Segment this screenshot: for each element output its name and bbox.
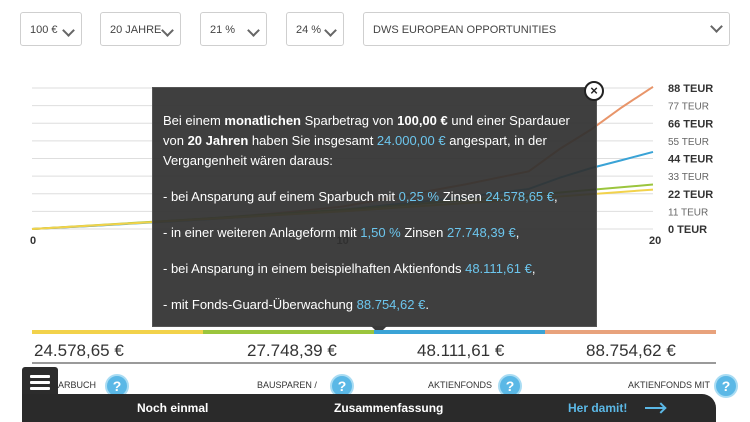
fondsguard-colorbar	[545, 330, 716, 334]
bausparen-colorbar	[203, 330, 374, 334]
aktienfonds-colorbar	[374, 330, 545, 334]
y-tick-label: 11 TEUR	[668, 207, 708, 218]
fondsguard-label: AKTIENFONDS MIT	[628, 380, 711, 390]
duration-select[interactable]: 20 JAHRE	[100, 12, 181, 46]
y-tick-label: 88 TEUR	[668, 83, 713, 95]
y-tick-label: 22 TEUR	[668, 189, 713, 201]
sparbuch-amount: 24.578,65 €	[34, 341, 124, 360]
chevron-down-icon	[324, 24, 337, 37]
amount-select-value: 100 €	[30, 24, 58, 36]
overlay-intro: Bei einem monatlichen Sparbetrag von 100…	[163, 113, 570, 168]
fondsguard-amount: 88.754,62 €	[586, 341, 676, 360]
sparbuch-colorbar	[32, 330, 203, 334]
hamburger-icon	[30, 387, 50, 390]
rate1-select[interactable]: 21 %	[200, 12, 267, 46]
aktienfonds-label: AKTIENFONDS	[428, 380, 493, 390]
info-overlay: Bei einem monatlichen Sparbetrag von 100…	[152, 87, 597, 327]
close-icon[interactable]: ×	[584, 81, 604, 101]
overlay-aktienfonds-line: - bei Ansparung in einem beispielhaften …	[163, 261, 536, 276]
rate1-select-value: 21 %	[210, 24, 236, 36]
divider	[32, 362, 716, 364]
bausparen-amount: 27.748,39 €	[247, 341, 337, 360]
chevron-down-icon	[710, 20, 723, 33]
chevron-down-icon	[247, 24, 260, 37]
overlay-anlageform-line: - in einer weiteren Anlageform mit 1,50 …	[163, 225, 520, 240]
hamburger-icon	[30, 375, 50, 378]
y-tick-label: 55 TEUR	[668, 137, 709, 148]
help-icon[interactable]: ?	[714, 374, 738, 398]
sparbuch-label: ARBUCH	[58, 380, 97, 390]
aktienfonds-amount: 48.111,61 €	[417, 341, 505, 360]
x-tick-label: 20	[649, 235, 661, 247]
fund-select-value: DWS EUROPEAN OPPORTUNITIES	[373, 24, 557, 36]
y-tick-label: 77 TEUR	[668, 102, 709, 113]
rate2-select[interactable]: 24 %	[286, 12, 344, 46]
x-tick-label: 0	[30, 235, 36, 247]
bausparen-label: BAUSPAREN /	[257, 380, 317, 390]
again-button[interactable]: Noch einmal	[137, 401, 208, 415]
hamburger-icon	[30, 381, 50, 384]
arrow-right-icon	[645, 407, 665, 409]
overlay-sparbuch-line: - bei Ansparung auf einem Sparbuch mit 0…	[163, 189, 558, 204]
amount-select[interactable]: 100 €	[20, 12, 82, 46]
rate2-select-value: 24 %	[296, 24, 322, 36]
summary-button[interactable]: Zusammenfassung	[334, 401, 443, 415]
cta-button[interactable]: Her damit!	[568, 401, 627, 415]
y-tick-label: 0 TEUR	[668, 224, 707, 236]
duration-select-value: 20 JAHRE	[110, 24, 162, 36]
overlay-fondsguard-line: - mit Fonds-Guard-Überwachung 88.754,62 …	[163, 297, 429, 312]
y-tick-label: 66 TEUR	[668, 118, 713, 130]
y-tick-label: 44 TEUR	[668, 154, 713, 166]
chevron-down-icon	[161, 24, 174, 37]
chevron-down-icon	[62, 24, 75, 37]
y-tick-label: 33 TEUR	[668, 172, 709, 183]
fund-select[interactable]: DWS EUROPEAN OPPORTUNITIES	[363, 12, 730, 46]
